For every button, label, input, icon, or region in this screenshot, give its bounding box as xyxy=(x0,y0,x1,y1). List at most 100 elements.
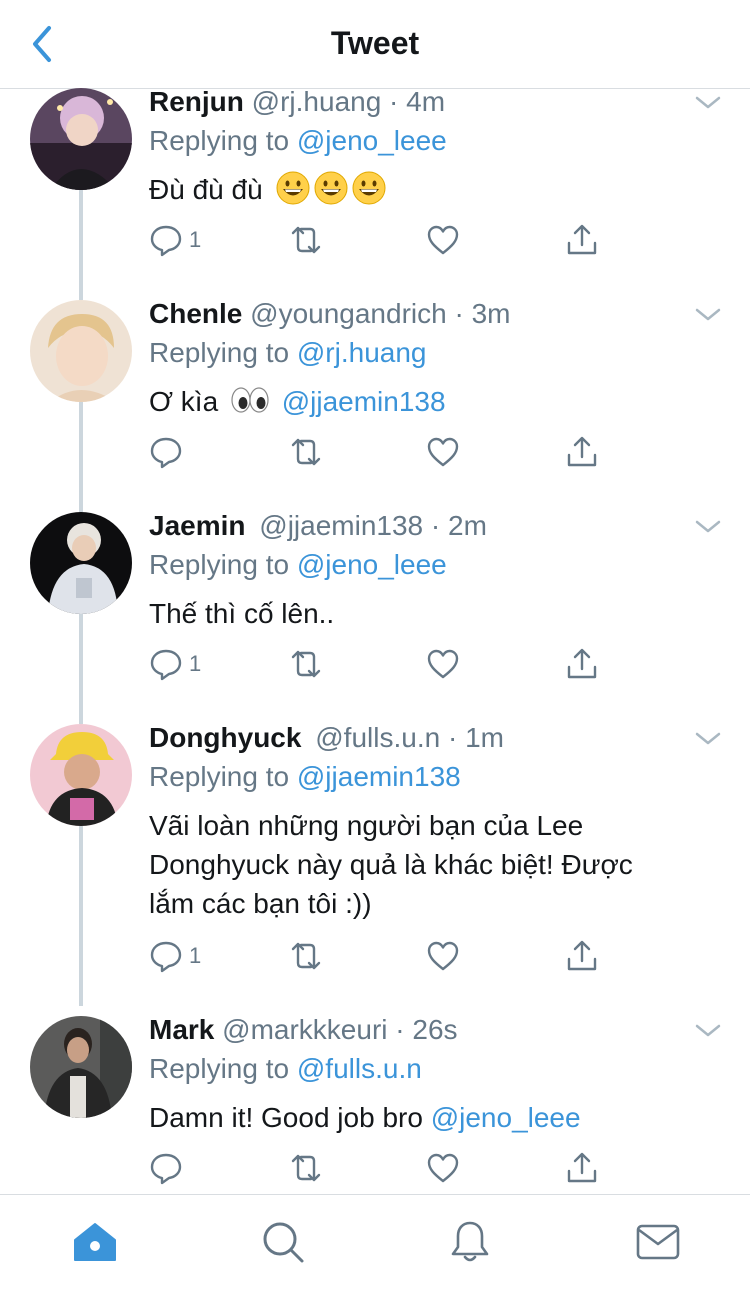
tweet-text: Damn it! Good job bro @jeno_leee xyxy=(149,1102,581,1133)
heart-icon xyxy=(427,1153,459,1183)
tab-search[interactable] xyxy=(258,1217,308,1267)
tweet-actions: 1 xyxy=(149,642,649,686)
tweet-renjun[interactable]: Renjun @rj.huang · 4m Replying to @jeno_… xyxy=(0,88,750,300)
thread-line xyxy=(79,826,83,1006)
display-name[interactable]: Renjun xyxy=(149,88,244,117)
reply-icon xyxy=(150,941,182,973)
chevron-down-icon[interactable] xyxy=(693,300,723,330)
chevron-down-icon[interactable] xyxy=(693,724,723,754)
replying-to: Replying to @jjaemin138 xyxy=(149,761,461,792)
timestamp: 1m xyxy=(465,722,504,753)
user-handle: @fulls.u.n xyxy=(315,722,441,753)
grinning-face-icon xyxy=(352,171,386,205)
mail-icon xyxy=(636,1224,680,1260)
grinning-face-icon xyxy=(314,171,348,205)
reply-thread: Renjun @rj.huang · 4m Replying to @jeno_… xyxy=(0,88,750,1194)
retweet-icon xyxy=(291,942,321,970)
bell-icon xyxy=(451,1221,489,1262)
user-handle: @markkkeuri xyxy=(222,1014,388,1045)
reply-button[interactable]: 1 xyxy=(149,218,201,262)
tweet-text: Đù đù đù xyxy=(149,170,709,209)
share-icon xyxy=(567,648,597,679)
display-name[interactable]: Donghyuck xyxy=(149,722,301,753)
like-button[interactable] xyxy=(426,642,460,686)
retweet-icon xyxy=(291,650,321,678)
timestamp: 3m xyxy=(471,298,511,329)
share-button[interactable] xyxy=(565,642,599,686)
share-icon xyxy=(567,1152,597,1183)
page-title: Tweet xyxy=(330,25,420,61)
bottom-tab-bar xyxy=(0,1194,750,1295)
tweet-text: Thế thì cố lên.. xyxy=(149,598,335,629)
user-handle: @jjaemin138 xyxy=(259,510,424,541)
reply-count: 1 xyxy=(189,943,202,968)
share-button[interactable] xyxy=(565,430,599,474)
avatar[interactable] xyxy=(30,512,132,614)
reply-button[interactable]: 1 xyxy=(149,642,201,686)
reply-to-link[interactable]: @jeno_leee xyxy=(297,125,447,156)
reply-button[interactable] xyxy=(149,430,189,474)
like-button[interactable] xyxy=(426,430,460,474)
tweet-actions xyxy=(149,430,649,474)
avatar[interactable] xyxy=(30,1016,132,1118)
user-handle: @youngandrich xyxy=(250,298,447,329)
retweet-button[interactable] xyxy=(287,430,325,474)
tweet-donghyuck[interactable]: Donghyuck @fulls.u.n · 1m Replying to @j… xyxy=(0,722,750,1016)
tab-notifications[interactable] xyxy=(445,1217,495,1267)
top-bar: Tweet xyxy=(0,0,750,89)
retweet-icon xyxy=(291,226,321,254)
share-button[interactable] xyxy=(565,218,599,262)
replying-to: Replying to @jeno_leee xyxy=(149,549,447,580)
mention-link[interactable]: @jjaemin138 xyxy=(282,386,446,417)
tweet-mark[interactable]: Mark @markkkeuri · 26s Replying to @full… xyxy=(0,1014,750,1194)
tab-home[interactable] xyxy=(70,1217,120,1267)
display-name[interactable]: Chenle xyxy=(149,298,242,329)
timestamp: 2m xyxy=(448,510,487,541)
mention-link[interactable]: @jeno_leee xyxy=(431,1102,581,1133)
retweet-button[interactable] xyxy=(287,934,325,978)
user-handle: @rj.huang xyxy=(251,88,382,117)
tweet-header: Renjun @rj.huang · 4m xyxy=(149,88,446,117)
reply-to-link[interactable]: @fulls.u.n xyxy=(297,1053,422,1084)
tweet-actions: 1 xyxy=(149,218,649,262)
retweet-button[interactable] xyxy=(287,1146,325,1190)
tweet-header: Chenle @youngandrich · 3m xyxy=(149,298,511,329)
tweet-header: Mark @markkkeuri · 26s xyxy=(149,1014,458,1045)
retweet-button[interactable] xyxy=(287,642,325,686)
display-name[interactable]: Mark xyxy=(149,1014,214,1045)
tweet-text: Vãi loàn những người bạn của Lee Donghyu… xyxy=(149,810,633,919)
home-icon xyxy=(74,1223,116,1261)
heart-icon xyxy=(427,225,459,255)
reply-button[interactable] xyxy=(149,1146,189,1190)
retweet-button[interactable] xyxy=(287,218,325,262)
tweet-jaemin[interactable]: Jaemin @jjaemin138 · 2m Replying to @jen… xyxy=(0,510,750,724)
reply-count: 1 xyxy=(189,227,202,252)
tweet-actions xyxy=(149,1146,649,1190)
share-icon xyxy=(567,224,597,255)
replying-to: Replying to @rj.huang xyxy=(149,337,427,368)
tweet-text: Ơ kìa @jjaemin138 xyxy=(149,382,709,421)
share-button[interactable] xyxy=(565,1146,599,1190)
reply-to-link[interactable]: @jeno_leee xyxy=(297,549,447,580)
avatar[interactable] xyxy=(30,88,132,190)
reply-to-link[interactable]: @rj.huang xyxy=(297,337,427,368)
tweet-header: Jaemin @jjaemin138 · 2m xyxy=(149,510,487,541)
display-name[interactable]: Jaemin xyxy=(149,510,246,541)
replying-to: Replying to @fulls.u.n xyxy=(149,1053,422,1084)
chevron-down-icon[interactable] xyxy=(693,88,723,118)
avatar[interactable] xyxy=(30,724,132,826)
like-button[interactable] xyxy=(426,934,460,978)
reply-button[interactable]: 1 xyxy=(149,934,201,978)
like-button[interactable] xyxy=(426,1146,460,1190)
reply-to-link[interactable]: @jjaemin138 xyxy=(297,761,461,792)
like-button[interactable] xyxy=(426,218,460,262)
avatar[interactable] xyxy=(30,300,132,402)
share-button[interactable] xyxy=(565,934,599,978)
tab-messages[interactable] xyxy=(633,1217,683,1267)
tweet-actions: 1 xyxy=(149,934,649,978)
chevron-down-icon[interactable] xyxy=(693,512,723,542)
eyes-icon xyxy=(231,387,269,413)
thread-line xyxy=(79,614,83,724)
chevron-down-icon[interactable] xyxy=(693,1016,723,1046)
tweet-chenle[interactable]: Chenle @youngandrich · 3m Replying to @r… xyxy=(0,298,750,512)
